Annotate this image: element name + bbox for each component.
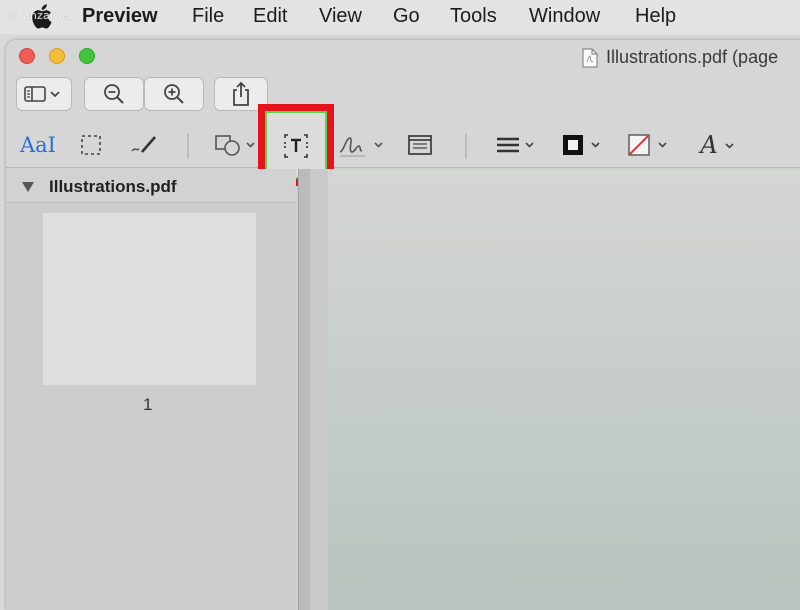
watermark: © anzaiweb (8, 9, 77, 22)
note-tool[interactable] (406, 132, 434, 158)
rectangular-selection-tool[interactable] (78, 132, 104, 158)
border-color-icon (563, 135, 600, 155)
menu-file[interactable]: File (192, 5, 224, 28)
fill-color-icon (628, 134, 667, 156)
sidebar-header[interactable]: Illustrations.pdf (6, 169, 296, 203)
sidebar-toggle-icon (24, 86, 60, 102)
sidebar-toggle-button[interactable] (16, 77, 72, 111)
zoom-in-icon (164, 84, 184, 104)
menu-help[interactable]: Help (635, 5, 676, 28)
toolbar-separator (187, 133, 189, 159)
document-view[interactable] (328, 169, 800, 610)
border-color-tool[interactable] (559, 132, 609, 158)
menu-tools[interactable]: Tools (450, 5, 497, 28)
page-thumbnail[interactable] (43, 213, 256, 385)
menu-edit[interactable]: Edit (253, 5, 287, 28)
window-title: Illustrations.pdf (page (582, 47, 778, 68)
sketch-icon (131, 136, 156, 153)
shape-style-tool[interactable] (494, 132, 542, 158)
window-title-text: Illustrations.pdf (page (606, 47, 779, 67)
shapes-icon (215, 135, 255, 156)
sign-tool[interactable] (337, 132, 389, 160)
page-number: 1 (143, 395, 153, 414)
minimize-window-button[interactable] (49, 48, 65, 64)
text-style-tool[interactable]: A (694, 130, 744, 160)
shape-style-icon (497, 137, 534, 153)
signature-icon (339, 137, 383, 157)
sidebar-split-divider[interactable] (298, 169, 310, 610)
zoom-out-button[interactable] (84, 77, 144, 111)
text-selection-tool[interactable]: AaI (18, 132, 58, 158)
zoom-in-button[interactable] (144, 77, 204, 111)
thumbnail-sidebar: Illustrations.pdf 1 (6, 169, 296, 610)
zoom-window-button[interactable] (79, 48, 95, 64)
menu-go[interactable]: Go (393, 5, 420, 28)
menu-app-preview[interactable]: Preview (82, 5, 158, 28)
chevron-down-icon (725, 143, 734, 149)
sidebar-file-name: Illustrations.pdf (49, 177, 177, 196)
close-window-button[interactable] (19, 48, 35, 64)
menu-window[interactable]: Window (529, 5, 600, 28)
rectangular-selection-icon (81, 135, 101, 155)
text-style-label: A (700, 131, 718, 159)
share-icon (233, 81, 249, 106)
sketch-tool[interactable] (126, 132, 162, 158)
text-selection-label: AaI (20, 133, 56, 157)
preview-window: Illustrations.pdf (page AaI A Illustrati… (6, 40, 800, 610)
note-icon (408, 135, 432, 155)
pdf-document-icon (582, 48, 598, 67)
zoom-out-icon (104, 84, 124, 104)
sidebar-split-gap (310, 169, 328, 610)
disclosure-triangle-icon[interactable] (21, 181, 35, 193)
fill-color-tool[interactable] (626, 132, 676, 158)
menu-view[interactable]: View (319, 5, 362, 28)
toolbar-separator (465, 133, 467, 159)
menu-bar: © anzaiweb Preview File Edit View Go Too… (0, 0, 800, 34)
title-bar: Illustrations.pdf (page AaI A (6, 40, 800, 186)
shapes-tool[interactable] (213, 132, 261, 158)
